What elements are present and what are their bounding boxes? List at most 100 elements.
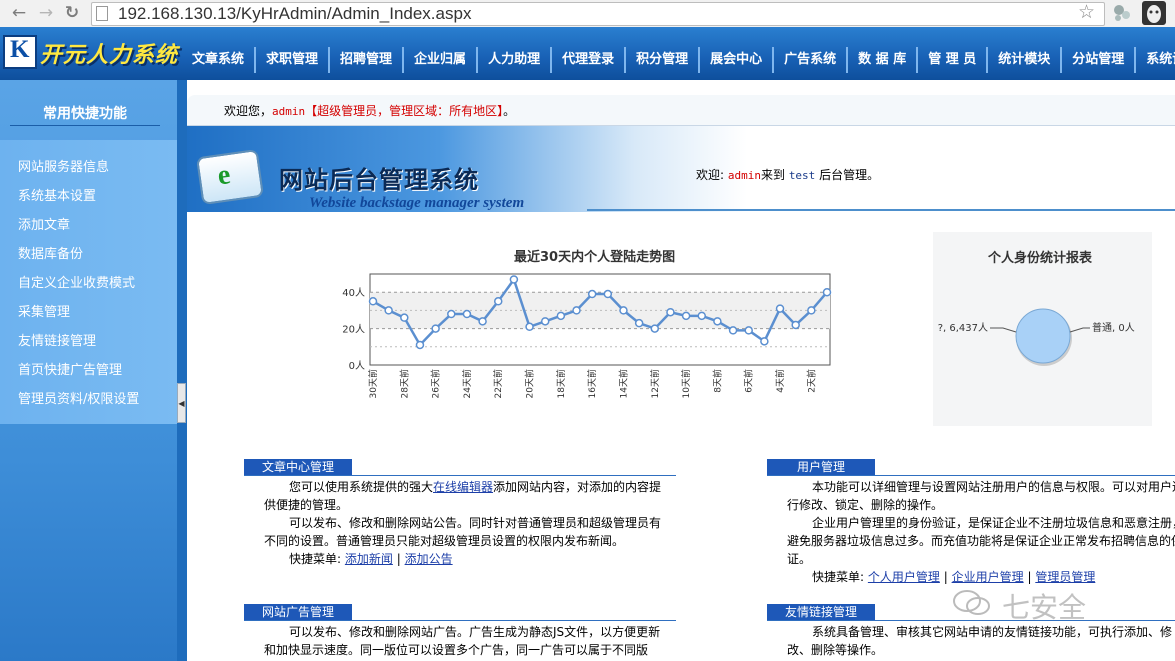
menu-item-settings[interactable]: 系统设置 <box>1134 47 1175 73</box>
menu-item-exhibition[interactable]: 展会中心 <box>698 47 772 73</box>
online-editor-link[interactable]: 在线编辑器 <box>433 480 493 494</box>
bookmark-star-icon[interactable]: ☆ <box>1078 1 1095 23</box>
data-point <box>791 320 800 330</box>
users-text-2a: 企业用户管理里的身份验证，是保证企业不注册垃圾信息和恶意注册， <box>812 516 1175 530</box>
users-section-body: 本功能可以详细管理与设置网站注册用户的信息与权限。可以对用户进 行修改、锁定、删… <box>787 478 1175 586</box>
watermark-text: 七安全 <box>1002 591 1087 624</box>
menu-item-recruitment[interactable]: 招聘管理 <box>328 47 402 73</box>
extension-icon[interactable] <box>1112 3 1132 23</box>
pie-chart-title: 个人身份统计报表 <box>988 251 1093 266</box>
mask-extension-icon[interactable] <box>1142 1 1166 25</box>
sidebar-item-admin-permissions[interactable]: 管理员资料/权限设置 <box>18 388 139 407</box>
admin-management-link[interactable]: 管理员管理 <box>1035 570 1095 584</box>
users-section-title: 用户管理 <box>767 459 875 475</box>
data-point <box>572 306 581 315</box>
menu-item-substations[interactable]: 分站管理 <box>1060 47 1134 73</box>
welcome-strip: 欢迎您，admin【超级管理员，管理区域：所有地区】。 <box>187 95 1175 126</box>
banner-subtitle: Website backstage manager system <box>309 195 525 211</box>
url-text[interactable]: 192.168.130.13/KyHrAdmin/Admin_Index.asp… <box>118 3 471 25</box>
ads-text-1a: 可以发布、修改和删除网站广告。广告生成为静态JS文件，以方便更新 <box>289 625 661 639</box>
data-point <box>619 306 628 315</box>
address-bar[interactable]: 192.168.130.13/KyHrAdmin/Admin_Index.asp… <box>91 2 1105 26</box>
add-notice-link[interactable]: 添加公告 <box>405 552 453 566</box>
menu-item-points[interactable]: 积分管理 <box>624 47 698 73</box>
data-point <box>384 306 393 315</box>
ads-section-body: 可以发布、修改和删除网站广告。广告生成为静态JS文件，以方便更新 和加快显示速度… <box>264 623 674 659</box>
menu-item-jobseekers[interactable]: 求职管理 <box>254 47 328 73</box>
company-users-link[interactable]: 企业用户管理 <box>952 570 1024 584</box>
data-point <box>760 337 769 346</box>
sidebar-item-collection[interactable]: 采集管理 <box>18 301 70 320</box>
ads-section-header: 网站广告管理 <box>244 604 676 621</box>
menu-item-ads[interactable]: 广告系统 <box>772 47 846 73</box>
collapse-sidebar-icon[interactable]: ◀ <box>177 383 186 423</box>
menu-item-agent-login[interactable]: 代理登录 <box>550 47 624 73</box>
y-tick-label: 40人 <box>342 287 365 299</box>
page-icon <box>96 6 108 21</box>
sidebar-splitter <box>177 80 187 661</box>
add-news-link[interactable]: 添加新闻 <box>345 552 393 566</box>
banner-welcome-suffix: 后台管理。 <box>815 168 880 182</box>
forward-arrow-icon[interactable]: → <box>35 2 57 24</box>
sidebar-item-add-article[interactable]: 添加文章 <box>18 214 70 233</box>
sidebar-item-fee-mode[interactable]: 自定义企业收费模式 <box>18 272 135 291</box>
data-point <box>666 307 675 317</box>
menu-item-database[interactable]: 数 据 库 <box>846 47 916 73</box>
data-point <box>634 318 644 328</box>
separator: | <box>1027 570 1032 584</box>
reload-icon[interactable]: ↻ <box>61 2 83 24</box>
y-tick-label: 20人 <box>342 324 365 336</box>
data-point <box>587 289 597 299</box>
data-point <box>368 297 378 306</box>
x-tick-label: 30天前 <box>367 369 379 398</box>
sidebar-title: 常用快捷功能 <box>10 103 160 126</box>
menu-item-articles[interactable]: 文章系统 <box>182 47 254 73</box>
menu-item-admins[interactable]: 管 理 员 <box>916 47 986 73</box>
pie-leader-line <box>1069 327 1090 333</box>
sidebar-item-server-info[interactable]: 网站服务器信息 <box>18 156 109 175</box>
data-point <box>415 340 425 350</box>
x-tick-label: 18天前 <box>555 369 567 398</box>
data-point <box>431 324 440 333</box>
welcome-suffix: 。 <box>503 104 516 118</box>
x-tick-label: 24天前 <box>461 369 473 398</box>
menu-item-company-ownership[interactable]: 企业归属 <box>402 47 476 73</box>
sidebar-item-friend-links[interactable]: 友情链接管理 <box>18 330 96 349</box>
menu-item-statistics[interactable]: 统计模块 <box>986 47 1060 73</box>
ads-section-title: 网站广告管理 <box>244 604 352 620</box>
banner-welcome-mid: 来到 <box>760 168 789 182</box>
welcome-role: 【超级管理员，管理区域：所有地区】 <box>305 104 504 118</box>
pie-label: 普通, 0人 <box>1092 321 1135 334</box>
sidebar: 常用快捷功能 网站服务器信息 系统基本设置 添加文章 数据库备份 自定义企业收费… <box>0 80 177 661</box>
data-point <box>493 297 503 306</box>
data-point <box>462 309 472 319</box>
x-tick-label: 4天前 <box>774 369 786 393</box>
x-tick-label: 16天前 <box>586 369 598 398</box>
data-point <box>775 304 785 313</box>
data-point <box>807 306 816 315</box>
users-text-2c: 证。 <box>787 552 812 566</box>
welcome-prefix: 欢迎您， <box>224 104 273 118</box>
menu-item-hr-assistant[interactable]: 人力助理 <box>476 47 550 73</box>
sidebar-item-db-backup[interactable]: 数据库备份 <box>18 243 83 262</box>
x-tick-label: 20天前 <box>524 369 536 398</box>
article-text-1b: 添加网站内容，对添加的内容提 <box>493 480 662 494</box>
back-arrow-icon[interactable]: ← <box>8 2 30 24</box>
sidebar-item-home-ads[interactable]: 首页快捷广告管理 <box>18 359 122 378</box>
article-text-1c: 供便捷的管理。 <box>264 498 349 512</box>
x-tick-label: 26天前 <box>430 369 442 398</box>
banner-user: admin <box>727 169 761 182</box>
sidebar-item-basic-settings[interactable]: 系统基本设置 <box>18 185 96 204</box>
separator: | <box>396 552 401 566</box>
banner-welcome-prefix: 欢迎: <box>696 168 728 182</box>
logo-text: 开元人力系统 <box>40 43 179 68</box>
users-text-1b: 行修改、锁定、删除的操作。 <box>787 498 944 512</box>
personal-users-link[interactable]: 个人用户管理 <box>868 570 940 584</box>
article-section-body: 您可以使用系统提供的强大在线编辑器添加网站内容，对添加的内容提 供便捷的管理。 … <box>244 478 674 568</box>
x-tick-label: 14天前 <box>617 369 629 398</box>
pie-label: ?, 6,437人 <box>938 322 988 334</box>
banner-title: 网站后台管理系统 <box>279 166 479 194</box>
links-text-1b: 改、删除等操作。 <box>787 643 884 657</box>
ie-logo-icon: e <box>195 148 265 206</box>
top-header: K 开元人力系统 文章系统 求职管理 招聘管理 企业归属 人力助理 代理登录 积… <box>0 27 1175 80</box>
